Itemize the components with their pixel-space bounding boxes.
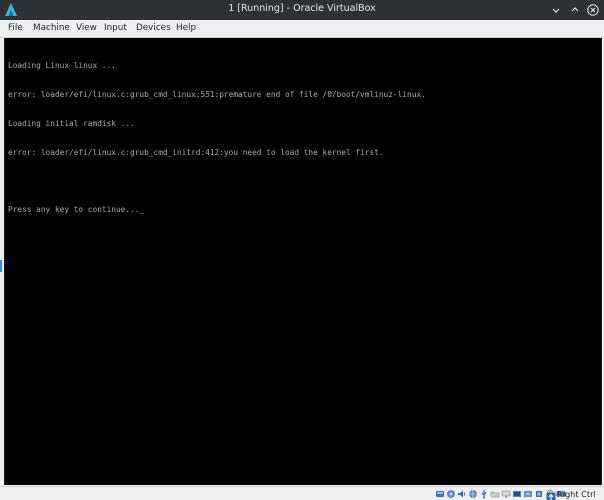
- network-icon[interactable]: [468, 489, 478, 500]
- console-line: Loading Linux linux ...: [8, 61, 116, 71]
- close-icon[interactable]: [586, 3, 600, 17]
- menu-input[interactable]: Input: [102, 21, 129, 36]
- vm-display[interactable]: Loading Linux linux ... error: loader/ef…: [4, 38, 602, 485]
- console-prompt-line: Press any key to continue..._: [8, 205, 426, 215]
- menu-view[interactable]: View: [74, 21, 99, 36]
- recording-icon[interactable]: [512, 489, 522, 500]
- console-line: error: loader/efi/linux.c:grub_cmd_initr…: [8, 147, 384, 157]
- host-key-label: Right Ctrl: [557, 489, 596, 499]
- optical-drive-icon[interactable]: [446, 489, 456, 500]
- console-prompt: Press any key to continue...: [8, 205, 140, 215]
- console-line: error: loader/efi/linux.c:grub_cmd_linux…: [8, 89, 426, 99]
- cpu-icon[interactable]: [534, 489, 544, 500]
- status-bar: Right Ctrl: [0, 486, 604, 500]
- maximize-icon[interactable]: [568, 3, 582, 17]
- minimize-icon[interactable]: [549, 3, 563, 17]
- display-icon[interactable]: [501, 489, 511, 500]
- menu-machine[interactable]: Machine: [31, 21, 72, 36]
- hard-disk-icon[interactable]: [435, 489, 445, 500]
- usb-icon[interactable]: [479, 489, 489, 500]
- text-cursor: _: [139, 205, 145, 215]
- virtualbox-window: 1 [Running] - Oracle VirtualBox File Mac…: [0, 0, 604, 500]
- host-key-arrow-icon: [546, 488, 556, 500]
- console-output: Loading Linux linux ... error: loader/ef…: [8, 42, 426, 234]
- menu-file[interactable]: File: [6, 21, 25, 36]
- menu-bar: File Machine View Input Devices Help: [0, 20, 604, 38]
- vrde-icon[interactable]: [523, 489, 533, 500]
- console-line: Loading initial ramdisk ...: [8, 118, 135, 128]
- window-edge-highlight: [0, 260, 2, 272]
- menu-help[interactable]: Help: [174, 21, 198, 36]
- menu-devices[interactable]: Devices: [134, 21, 173, 36]
- title-bar[interactable]: 1 [Running] - Oracle VirtualBox: [0, 0, 604, 20]
- audio-icon[interactable]: [457, 489, 467, 500]
- shared-folders-icon[interactable]: [490, 489, 500, 500]
- window-title: 1 [Running] - Oracle VirtualBox: [228, 3, 376, 14]
